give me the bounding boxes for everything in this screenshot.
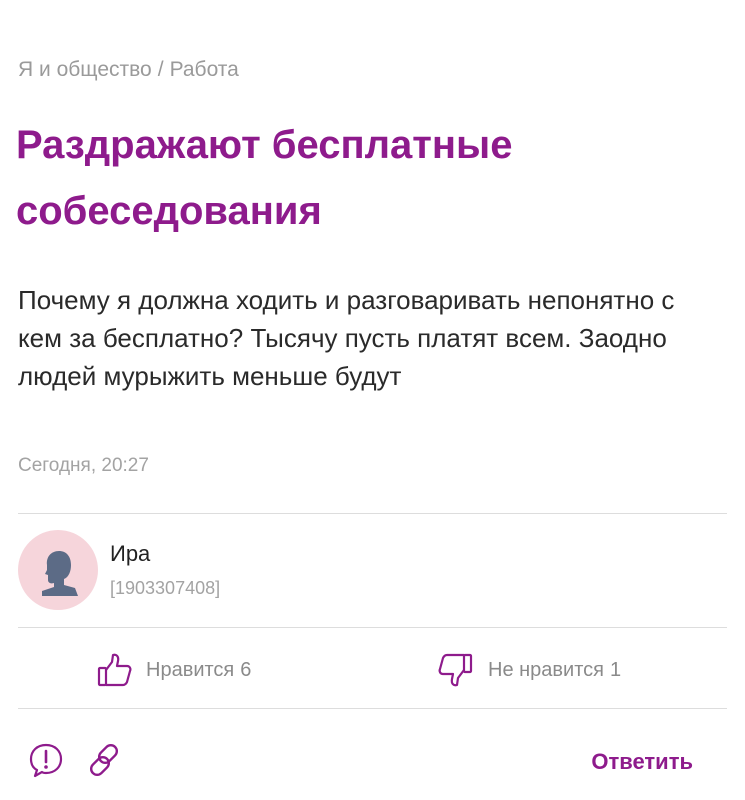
dislike-button[interactable]: Не нравится 1	[436, 648, 621, 692]
reactions-bar: Нравится 6 Не нравится 1	[0, 640, 745, 700]
avatar[interactable]	[18, 530, 98, 610]
author-card: Ира [1903307408]	[18, 530, 418, 612]
divider	[18, 627, 727, 628]
like-label: Нравится	[146, 658, 235, 681]
post-timestamp: Сегодня, 20:27	[18, 455, 149, 476]
dislike-count: 1	[609, 658, 622, 681]
author-name[interactable]: Ира	[110, 541, 150, 567]
divider	[18, 513, 727, 514]
breadcrumb: Я и общество / Работа	[18, 58, 239, 82]
author-id: [1903307408]	[110, 578, 221, 598]
post-title: Раздражают бесплатные собеседования	[16, 123, 513, 233]
action-bar: Ответить	[0, 730, 745, 790]
reply-button[interactable]: Ответить	[591, 749, 693, 775]
breadcrumb-subcategory[interactable]: Работа	[170, 58, 239, 81]
divider	[18, 708, 727, 709]
like-button[interactable]: Нравится 6	[94, 648, 251, 692]
like-count: 6	[240, 658, 252, 681]
dislike-label: Не нравится	[488, 658, 604, 681]
exclamation-circle-icon[interactable]	[26, 740, 66, 780]
post-body: Почему я должна ходить и разговаривать н…	[18, 285, 675, 391]
breadcrumb-separator: /	[157, 58, 164, 81]
thumbs-down-icon	[438, 653, 473, 687]
link-icon[interactable]	[84, 740, 124, 780]
user-silhouette-icon	[42, 551, 78, 596]
thumbs-up-icon	[97, 653, 132, 687]
breadcrumb-category[interactable]: Я и общество	[18, 58, 152, 81]
